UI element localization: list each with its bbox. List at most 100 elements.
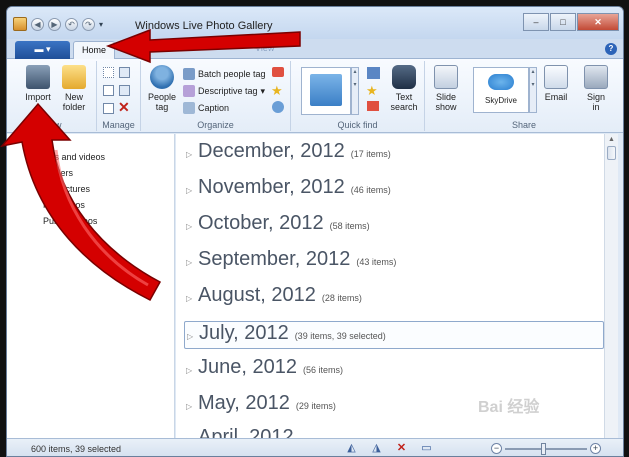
text-search-label-2: search <box>390 102 418 112</box>
descriptive-tag-button[interactable]: Descriptive tag ▾ <box>183 84 265 98</box>
sign-in-person-icon <box>584 65 608 89</box>
month-group-april-2012[interactable]: ▷ April, 2012 <box>184 426 604 438</box>
date-filter-icon[interactable] <box>367 67 380 79</box>
redo-icon[interactable]: ↷ <box>82 17 95 31</box>
skydrive-gallery[interactable]: SkyDrive <box>473 67 529 113</box>
month-count: (56 items) <box>302 365 343 375</box>
caption-icon <box>183 102 195 114</box>
scroll-thumb[interactable] <box>607 146 616 160</box>
expand-arrow-icon[interactable]: ▷ <box>184 294 192 303</box>
month-group-december-2012[interactable]: ▷ December, 2012 (17 items) <box>184 140 604 168</box>
slide-show-button[interactable]: Slide show <box>429 65 463 112</box>
scroll-up-icon[interactable]: ▲ <box>605 134 618 146</box>
app-icon[interactable] <box>13 17 27 31</box>
flag-icon[interactable] <box>272 67 284 77</box>
expand-arrow-icon[interactable]: ▷ <box>184 150 192 159</box>
zoom-slider-knob[interactable] <box>541 442 546 455</box>
expand-arrow-icon[interactable]: ▷ <box>185 332 193 341</box>
zoom-slider[interactable] <box>505 442 587 455</box>
flag-filter-icon[interactable] <box>367 101 379 111</box>
email-button[interactable]: Email <box>539 65 573 102</box>
descriptive-tag-label: Descriptive tag <box>198 86 258 96</box>
close-button[interactable]: ✕ <box>577 13 619 31</box>
nav-item-public-videos[interactable]: Public Videos <box>43 216 97 226</box>
people-filter-gallery[interactable] <box>301 67 351 115</box>
vertical-scrollbar[interactable]: ▲ <box>604 134 618 438</box>
sign-in-label-2: in <box>592 102 600 112</box>
nav-item-folders[interactable]: Folders <box>43 168 73 178</box>
expand-arrow-icon[interactable]: ▷ <box>184 366 192 375</box>
forward-icon[interactable]: ▶ <box>48 17 61 31</box>
ribbon-group-share: Slide show SkyDrive ▴ ▾ Email Sign in Sha… <box>425 61 623 131</box>
new-folder-label-1: New <box>64 92 83 102</box>
undo-icon[interactable]: ↶ <box>65 17 78 31</box>
tab-home[interactable]: Home <box>73 41 115 60</box>
month-title: June, 2012 <box>198 356 297 378</box>
rotate-right-icon[interactable] <box>119 85 130 96</box>
geotag-icon[interactable] <box>272 101 284 113</box>
nav-item-photos-and-videos[interactable]: Photos and videos <box>31 152 105 162</box>
expand-arrow-icon[interactable]: ▷ <box>184 186 192 195</box>
month-count: (46 items) <box>350 185 391 195</box>
select-all-icon[interactable] <box>103 67 114 78</box>
back-icon[interactable]: ◀ <box>31 17 44 31</box>
maximize-button[interactable]: □ <box>550 13 576 31</box>
month-group-june-2012[interactable]: ▷ June, 2012 (56 items) <box>184 356 604 384</box>
batch-people-tag-button[interactable]: Batch people tag <box>183 67 266 81</box>
window-title: Windows Live Photo Gallery <box>135 20 273 32</box>
month-title: December, 2012 <box>198 140 345 162</box>
month-group-september-2012[interactable]: ▷ September, 2012 (43 items) <box>184 248 604 276</box>
nav-item-my-videos[interactable]: My Videos <box>43 200 85 210</box>
rotate-left-icon[interactable] <box>119 67 130 78</box>
properties-icon[interactable] <box>103 103 114 114</box>
qat-customize-icon[interactable]: ▾ <box>99 20 103 29</box>
expand-arrow-icon[interactable]: ▷ <box>184 222 192 231</box>
caption-button[interactable]: Caption <box>183 101 229 115</box>
month-group-july-2012[interactable]: ▷ July, 2012 (39 items, 39 selected) <box>184 321 604 349</box>
quick-access-toolbar: ◀ ▶ ↶ ↷ ▾ <box>13 17 103 31</box>
help-icon[interactable]: ? <box>605 43 617 55</box>
copy-icon[interactable] <box>103 85 114 96</box>
rotate-left-status-icon[interactable]: ◭ <box>345 442 358 455</box>
people-tag-label-1: People <box>147 92 177 102</box>
delete-status-icon[interactable]: ✕ <box>395 442 408 455</box>
import-button[interactable]: Import <box>21 65 55 102</box>
expand-arrow-icon[interactable]: ▷ <box>184 402 192 411</box>
slideshow-status-icon[interactable]: ▭ <box>420 442 433 455</box>
month-group-august-2012[interactable]: ▷ August, 2012 (28 items) <box>184 284 604 312</box>
ribbon-group-manage: ✕ Manage <box>97 61 141 131</box>
people-tag-button[interactable]: People tag <box>145 65 179 112</box>
new-folder-button[interactable]: New folder <box>57 65 91 112</box>
group-label-manage: Manage <box>102 120 135 130</box>
nav-item-my-pictures[interactable]: My Pictures <box>43 184 90 194</box>
month-group-november-2012[interactable]: ▷ November, 2012 (46 items) <box>184 176 604 204</box>
rating-star-icon[interactable]: ★ <box>271 83 283 99</box>
zoom-in-icon[interactable]: + <box>590 443 601 454</box>
tab-view[interactable]: View <box>255 43 274 53</box>
descriptive-tag-dropdown-icon[interactable]: ▾ <box>261 86 266 97</box>
person-icon <box>150 65 174 89</box>
star-filter-icon[interactable]: ★ <box>366 83 378 99</box>
share-gallery-scroll-icon[interactable]: ▴ ▾ <box>529 67 537 113</box>
month-count: (43 items) <box>356 257 397 267</box>
text-search-button[interactable]: Text search <box>387 65 421 112</box>
slide-show-label-2: show <box>435 102 457 112</box>
month-group-may-2012[interactable]: ▷ May, 2012 (29 items) <box>184 392 604 420</box>
delete-icon[interactable]: ✕ <box>118 99 130 116</box>
navigation-pane: Photos and videos Folders My Pictures My… <box>7 134 175 438</box>
group-label-quick-find: Quick find <box>337 120 378 130</box>
skydrive-label: SkyDrive <box>484 96 517 105</box>
minimize-button[interactable]: – <box>523 13 549 31</box>
month-title: November, 2012 <box>198 176 345 198</box>
ribbon-group-organize: People tag Batch people tag Descriptive … <box>141 61 291 131</box>
expand-arrow-icon[interactable]: ▷ <box>184 258 192 267</box>
folder-icon <box>62 65 86 89</box>
month-group-october-2012[interactable]: ▷ October, 2012 (58 items) <box>184 212 604 240</box>
slide-show-label-1: Slide <box>435 92 456 102</box>
zoom-out-icon[interactable]: − <box>491 443 502 454</box>
rotate-right-status-icon[interactable]: ◮ <box>370 442 383 455</box>
file-menu-button[interactable]: ▬ ▾ <box>15 41 70 59</box>
batch-people-tag-label: Batch people tag <box>198 69 266 79</box>
gallery-scroll-icon[interactable]: ▴ ▾ <box>351 67 359 115</box>
sign-in-button[interactable]: Sign in <box>579 65 613 112</box>
